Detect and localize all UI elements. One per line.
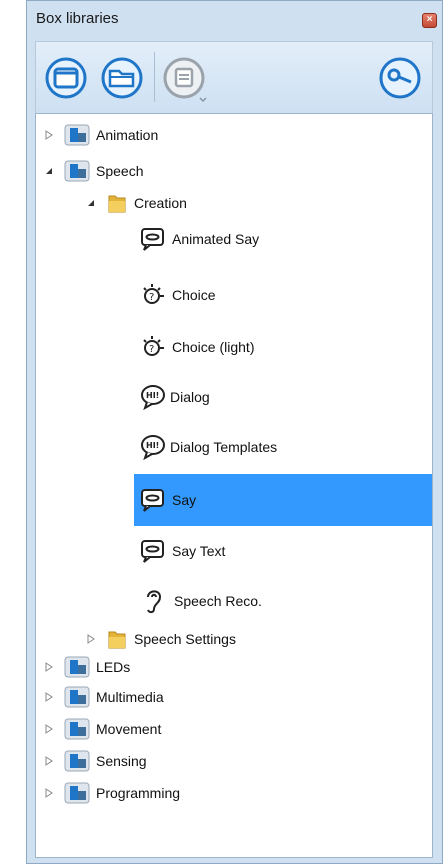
tree-item-speech-reco[interactable]: Speech Reco. [140, 586, 262, 616]
library-tree: Animation Speech Creation Animated Say ?… [35, 113, 433, 858]
tree-item-label: Choice (light) [172, 339, 255, 355]
folder-icon [108, 631, 126, 649]
tree-item-leds[interactable]: LEDs [44, 652, 130, 682]
expand-arrow-icon[interactable] [44, 724, 54, 734]
expand-arrow-icon[interactable] [44, 788, 54, 798]
search-icon [379, 57, 421, 99]
speech-bubble-icon [141, 228, 164, 251]
library-icon [64, 718, 90, 740]
tree-item-label: Choice [172, 287, 216, 303]
new-library-button[interactable] [44, 56, 88, 100]
expand-arrow-icon[interactable] [44, 662, 54, 672]
tree-item-animation[interactable]: Animation [44, 120, 158, 150]
speech-bubble-icon [141, 540, 164, 563]
tree-item-label: Speech Settings [134, 631, 236, 647]
tree-item-say[interactable]: Say [134, 474, 432, 526]
svg-text:HI!: HI! [146, 441, 159, 450]
tree-item-label: Say [172, 492, 197, 508]
tree-item-dialog-templates[interactable]: HI! Dialog Templates [140, 432, 277, 462]
tree-item-label: Sensing [96, 753, 147, 769]
toolbar-separator [154, 52, 155, 102]
tree-item-label: Speech [96, 163, 144, 179]
tree-item-label: Movement [96, 721, 162, 737]
library-icon [64, 656, 90, 678]
library-icon [64, 160, 90, 182]
dialog-bubble-icon: HI! [141, 385, 165, 410]
tree-item-speech[interactable]: Speech [44, 156, 143, 186]
choice-icon: ? [143, 336, 164, 356]
expand-arrow-icon[interactable] [44, 130, 54, 140]
tree-item-label: Multimedia [96, 689, 164, 705]
box-properties-button[interactable] [162, 56, 207, 103]
tree-item-label: Animated Say [172, 231, 260, 247]
library-icon [64, 686, 90, 708]
folder-icon [108, 195, 126, 213]
tree-item-speech-settings[interactable]: Speech Settings [86, 624, 236, 654]
choice-icon: ? [143, 284, 164, 304]
tree-item-sensing[interactable]: Sensing [44, 746, 147, 776]
tree-item-label: Dialog Templates [170, 439, 278, 455]
folder-icon [101, 57, 143, 99]
box-libraries-window: Box libraries × Animation Speech Creatio… [26, 0, 443, 864]
tree-item-programming[interactable]: Programming [44, 778, 180, 808]
library-icon [64, 782, 90, 804]
box-dropdown-icon [163, 57, 207, 103]
svg-text:HI!: HI! [146, 391, 159, 400]
close-icon[interactable]: × [422, 13, 437, 28]
tree-item-multimedia[interactable]: Multimedia [44, 682, 164, 712]
tree-item-say-text[interactable]: Say Text [140, 536, 225, 566]
collapse-arrow-icon[interactable] [44, 166, 54, 176]
search-button[interactable] [378, 56, 422, 100]
tree-item-choice-light[interactable]: ? Choice (light) [140, 332, 254, 362]
svg-text:?: ? [149, 344, 154, 355]
collapse-arrow-icon[interactable] [86, 198, 96, 208]
library-icon [64, 124, 90, 146]
expand-arrow-icon[interactable] [44, 692, 54, 702]
dialog-bubble-icon: HI! [141, 435, 165, 460]
tree-item-label: Creation [134, 195, 187, 211]
tree-item-label: Programming [96, 785, 181, 801]
tree-item-label: Say Text [172, 543, 226, 559]
expand-arrow-icon[interactable] [86, 634, 96, 644]
svg-text:?: ? [149, 292, 154, 303]
toolbar [35, 41, 433, 113]
open-library-button[interactable] [100, 56, 144, 100]
tree-item-choice[interactable]: ? Choice [140, 280, 216, 310]
library-icon [64, 750, 90, 772]
window-title: Box libraries [36, 10, 119, 27]
tree-item-animated-say[interactable]: Animated Say [140, 224, 259, 254]
ear-icon [147, 590, 162, 614]
window-icon [45, 57, 87, 99]
tree-item-label: Animation [96, 127, 159, 143]
tree-item-label: LEDs [96, 659, 131, 675]
tree-item-label: Speech Reco. [174, 593, 262, 609]
title-bar: Box libraries × [27, 1, 442, 35]
tree-item-dialog[interactable]: HI! Dialog [140, 382, 210, 412]
speech-bubble-icon [141, 489, 164, 512]
expand-arrow-icon[interactable] [44, 756, 54, 766]
tree-item-label: Dialog [170, 389, 210, 405]
tree-item-creation[interactable]: Creation [86, 188, 187, 218]
tree-item-movement[interactable]: Movement [44, 714, 161, 744]
